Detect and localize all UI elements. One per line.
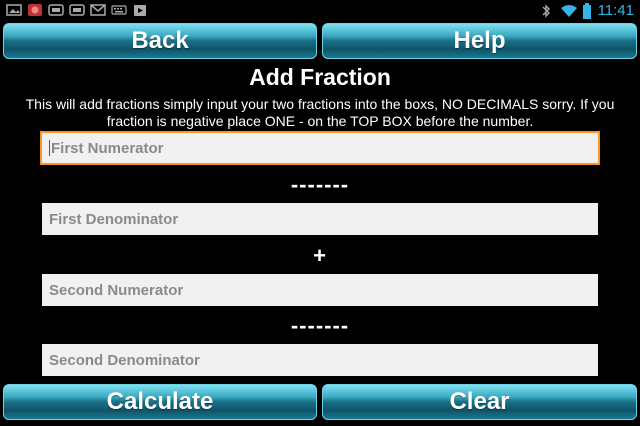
keyboard-icon (111, 3, 127, 17)
clear-button-label: Clear (449, 388, 510, 415)
clock: 11:41 (597, 1, 634, 19)
text-cursor (49, 140, 50, 156)
back-button-label: Back (131, 27, 189, 54)
page-title: Add Fraction (249, 64, 391, 90)
instructions-text: This will add fractions simply input you… (25, 96, 615, 129)
storage-icon (48, 3, 64, 17)
wifi-icon (560, 3, 577, 17)
first-denominator-field[interactable]: First Denominator (42, 203, 598, 235)
notification-icons (0, 3, 148, 17)
system-icons: 11:41 (538, 0, 634, 20)
storage-icon (69, 3, 85, 17)
help-button[interactable]: Help (322, 23, 637, 59)
first-numerator-field[interactable]: First Numerator (40, 131, 600, 165)
back-button[interactable]: Back (3, 23, 317, 59)
first-denominator-placeholder: First Denominator (49, 210, 179, 228)
bluetooth-icon (538, 3, 554, 18)
second-denominator-placeholder: Second Denominator (49, 351, 200, 369)
second-denominator-field[interactable]: Second Denominator (42, 344, 598, 376)
fraction-bar-2: ------- (290, 313, 350, 338)
battery-icon (582, 3, 592, 19)
plus-operator: + (313, 243, 327, 268)
play-store-icon (132, 3, 148, 17)
gmail-icon (90, 3, 106, 17)
first-numerator-placeholder: First Numerator (51, 139, 164, 157)
clear-button[interactable]: Clear (322, 384, 637, 420)
app-icon (27, 3, 43, 17)
help-button-label: Help (453, 27, 506, 54)
picture-icon (6, 3, 22, 17)
calculate-button-label: Calculate (106, 388, 214, 415)
fraction-bar-1: ------- (290, 172, 350, 197)
second-numerator-placeholder: Second Numerator (49, 281, 184, 299)
calculate-button[interactable]: Calculate (3, 384, 317, 420)
status-bar: 11:41 (0, 0, 640, 20)
second-numerator-field[interactable]: Second Numerator (42, 274, 598, 306)
